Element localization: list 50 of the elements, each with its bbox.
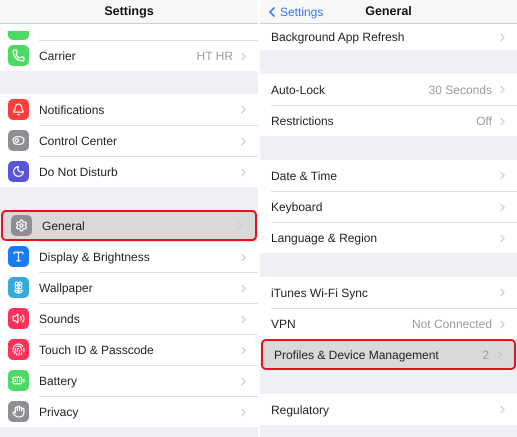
row-label: Date & Time (271, 168, 338, 184)
settings-row[interactable]: Auto-Lock 30 Seconds (260, 74, 517, 105)
row-label: Wallpaper (39, 280, 94, 297)
settings-row[interactable]: Wallpaper (0, 272, 258, 303)
settings-row[interactable]: Do Not Disturb (0, 156, 258, 187)
row-label: Profiles & Device Management (274, 346, 440, 364)
row-label: Do Not Disturb (39, 164, 119, 181)
settings-row[interactable]: iTunes Wi-Fi Sync (260, 277, 517, 308)
settings-row[interactable]: Restrictions Off (260, 105, 517, 136)
row-label: Regulatory (271, 402, 330, 418)
row-label: Sounds (39, 311, 81, 328)
row-value: HT HR (196, 48, 233, 65)
row-value: Off (476, 113, 492, 130)
row-label: Keyboard (271, 199, 324, 216)
settings-row[interactable]: Notifications (0, 94, 258, 125)
settings-row[interactable]: Privacy (0, 396, 258, 427)
row-label: Language & Region (271, 230, 378, 247)
row-label: Auto-Lock (271, 82, 326, 98)
settings-row[interactable]: Control Center (0, 125, 258, 156)
settings-row[interactable]: Regulatory (260, 394, 517, 425)
settings-row[interactable]: Display & Brightness (0, 241, 258, 272)
row-label: Privacy (39, 404, 80, 421)
row-label: Background App Refresh (271, 29, 406, 46)
settings-row[interactable]: Battery (0, 365, 258, 396)
settings-row[interactable]: Profiles & Device Management 2 (261, 339, 516, 370)
settings-row[interactable]: Language & Region (260, 222, 517, 253)
settings-row[interactable]: General (1, 210, 257, 241)
settings-row[interactable]: Carrier HT HR (0, 40, 258, 71)
row-label: General (42, 218, 86, 234)
settings-row[interactable]: Background App Refresh (260, 24, 517, 50)
row-label: Display & Brightness (39, 249, 151, 266)
settings-row[interactable]: Keyboard (260, 191, 517, 222)
row-label: Touch ID & Passcode (39, 342, 155, 359)
row-label: Restrictions (271, 113, 335, 130)
row-label: VPN (271, 316, 297, 333)
settings-row[interactable]: Date & Time (260, 160, 517, 191)
row-label: Notifications (39, 102, 106, 118)
row-label: Control Center (39, 133, 118, 150)
settings-row[interactable]: VPN Not Connected (260, 308, 517, 339)
settings-row[interactable]: Sounds (0, 303, 258, 334)
row-value: 30 Seconds (428, 82, 492, 98)
row-value: 2 (482, 346, 489, 364)
row-label: iTunes Wi-Fi Sync (271, 284, 369, 302)
nav-title: General (365, 3, 412, 20)
row-label: Battery (39, 373, 78, 390)
settings-row[interactable]: Touch ID & Passcode (0, 334, 258, 365)
row-value: Not Connected (412, 316, 492, 333)
row-label: Carrier (39, 48, 77, 65)
nav-title: Settings (104, 3, 154, 20)
back-button[interactable]: Settings (264, 2, 324, 20)
